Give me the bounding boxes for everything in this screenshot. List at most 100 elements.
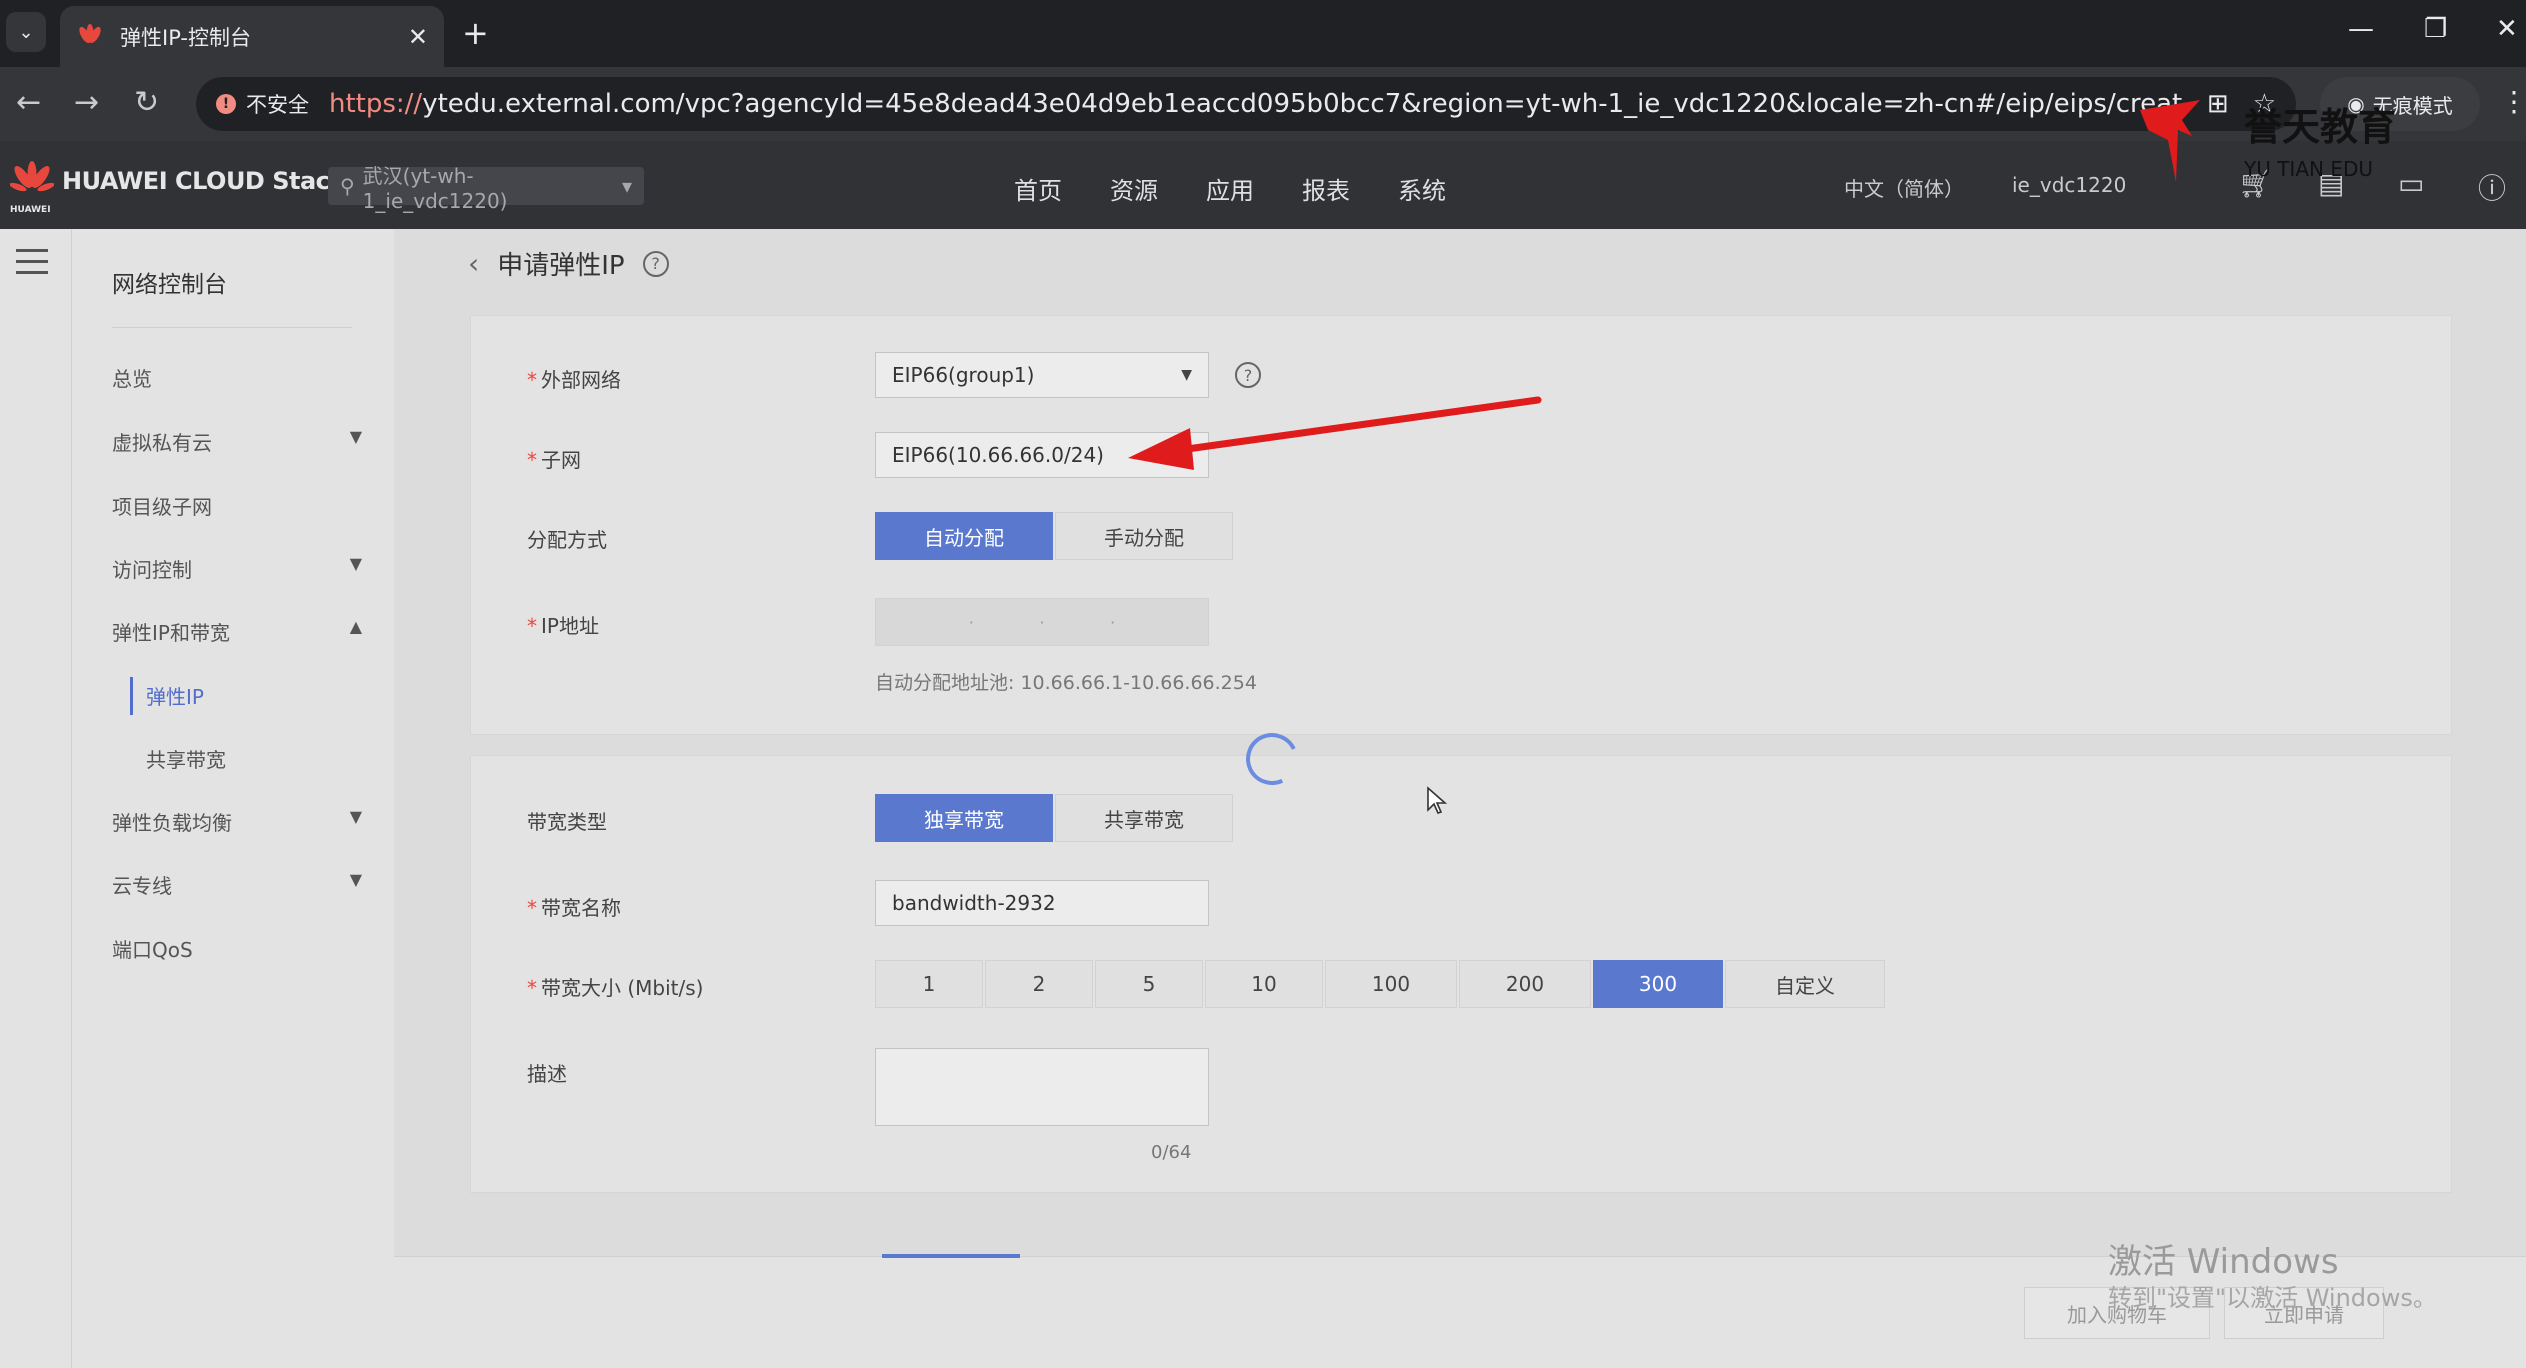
back-chevron-icon[interactable]: ‹ <box>468 247 479 280</box>
shared-bandwidth-button[interactable]: 共享带宽 <box>1055 794 1233 842</box>
restore-icon[interactable]: ❐ <box>2424 14 2447 44</box>
auto-allocate-button[interactable]: 自动分配 <box>875 512 1053 560</box>
sidebar-item-access-control[interactable]: 访问控制 ▼ <box>112 554 372 583</box>
nav-reports[interactable]: 报表 <box>1302 171 1350 206</box>
address-bar[interactable]: ! 不安全 https://ytedu.external.com/vpc?age… <box>196 77 2296 131</box>
help-icon[interactable]: ⓘ <box>2478 167 2506 207</box>
ip-separator: · <box>968 612 974 632</box>
bandwidth-type-toggle: 独享带宽 共享带宽 <box>875 794 1235 842</box>
tab-title: 弹性IP-控制台 <box>120 25 251 50</box>
huawei-logo[interactable]: HUAWEI CLOUD Stack HUAWEI <box>10 159 345 215</box>
nav-home[interactable]: 首页 <box>1014 171 1062 206</box>
tab-search-chevron-icon[interactable]: ⌄ <box>6 12 46 52</box>
sidebar-subitem-shared-bandwidth[interactable]: 共享带宽 <box>146 744 226 773</box>
reload-icon[interactable]: ↻ <box>134 85 159 120</box>
description-counter: 0/64 <box>1151 1142 1192 1163</box>
sidebar-item-label: 访问控制 <box>112 558 192 582</box>
back-icon[interactable]: ← <box>16 85 41 120</box>
user-menu[interactable]: ie_vdc1220 <box>2012 173 2126 197</box>
browser-tab[interactable]: 弹性IP-控制台 ✕ <box>60 6 444 67</box>
browser-menu-icon[interactable]: ⋮ <box>2500 85 2526 118</box>
ip-address-label-text: IP地址 <box>541 614 599 638</box>
brand-name: HUAWEI CLOUD Stack <box>62 167 345 195</box>
tab-close-icon[interactable]: ✕ <box>408 23 428 51</box>
windows-activation-hint: 转到"设置"以激活 Windows。 <box>2108 1284 2437 1312</box>
sidebar-item-vpc[interactable]: 虚拟私有云 ▼ <box>112 427 372 456</box>
description-label: 描述 <box>527 1062 567 1086</box>
ip-address-label: * IP地址 <box>527 610 599 639</box>
sidebar-item-overview[interactable]: 总览 <box>112 363 372 392</box>
bandwidth-option-1[interactable]: 1 <box>875 960 983 1008</box>
new-tab-icon[interactable]: + <box>462 14 489 52</box>
sidebar-item-port-qos[interactable]: 端口QoS <box>112 934 372 963</box>
bandwidth-size-label: * 带宽大小 (Mbit/s) <box>527 972 703 1001</box>
bandwidth-name-input[interactable]: bandwidth-2932 <box>875 880 1209 926</box>
chevron-down-icon: ▼ <box>1181 367 1192 383</box>
network-panel: * 外部网络 EIP66(group1) ▼ ? * 子网 EIP66(10.66.… <box>470 315 2452 735</box>
sidebar-item-direct-connect[interactable]: 云专线 ▼ <box>112 870 372 899</box>
bandwidth-option-2[interactable]: 2 <box>985 960 1093 1008</box>
windows-activation-title: 激活 Windows <box>2108 1242 2339 1282</box>
huawei-favicon-icon <box>79 23 101 43</box>
security-indicator[interactable]: ! 不安全 <box>216 89 309 119</box>
description-textarea[interactable] <box>875 1048 1209 1126</box>
sidebar-item-elb[interactable]: 弹性负载均衡 ▼ <box>112 807 372 836</box>
bandwidth-option-5[interactable]: 5 <box>1095 960 1203 1008</box>
bandwidth-option-100[interactable]: 100 <box>1325 960 1457 1008</box>
bandwidth-option-300[interactable]: 300 <box>1593 960 1723 1008</box>
chevron-down-icon: ▼ <box>349 870 362 889</box>
sidebar-divider <box>112 327 352 328</box>
subnet-select[interactable]: EIP66(10.66.66.0/24) ▼ <box>875 432 1209 478</box>
required-marker: * <box>527 368 537 392</box>
forward-icon[interactable]: → <box>74 85 99 120</box>
manual-allocate-button[interactable]: 手动分配 <box>1055 512 1233 560</box>
chevron-down-icon: ▼ <box>349 427 362 446</box>
minimize-icon[interactable]: — <box>2348 14 2374 44</box>
nav-resources[interactable]: 资源 <box>1110 171 1158 206</box>
url-rest: ytedu.external.com/vpc?agencyId=45e8dead… <box>422 89 2183 119</box>
dedicated-bandwidth-button[interactable]: 独享带宽 <box>875 794 1053 842</box>
chevron-up-icon: ▲ <box>349 617 362 636</box>
sidebar-subitem-eip[interactable]: 弹性IP <box>146 681 204 710</box>
mouse-cursor-icon <box>1427 786 1448 814</box>
chevron-down-icon: ▼ <box>1181 447 1192 463</box>
main-content: ‹ 申请弹性IP ? * 外部网络 EIP66(group1) ▼ ? * 子网 E… <box>394 229 2526 1368</box>
ip-address-input: · · · <box>875 598 1209 646</box>
browser-tab-strip: ⌄ 弹性IP-控制台 ✕ + — ❐ ✕ <box>0 0 2526 67</box>
hamburger-menu-icon[interactable] <box>16 249 48 282</box>
bandwidth-option-custom[interactable]: 自定义 <box>1725 960 1885 1008</box>
external-network-label-text: 外部网络 <box>541 368 621 392</box>
insecure-icon: ! <box>216 94 236 114</box>
sidebar-title: 网络控制台 <box>112 272 227 298</box>
location-pin-icon: ⚲ <box>340 174 355 198</box>
url-scheme: https:// <box>329 89 423 119</box>
external-network-label: * 外部网络 <box>527 364 621 393</box>
external-network-select[interactable]: EIP66(group1) ▼ <box>875 352 1209 398</box>
url-text[interactable]: https://ytedu.external.com/vpc?agencyId=… <box>329 89 2183 119</box>
nav-system[interactable]: 系统 <box>1398 171 1446 206</box>
sidebar-item-eip-bandwidth[interactable]: 弹性IP和带宽 ▲ <box>112 617 372 646</box>
bandwidth-option-10[interactable]: 10 <box>1205 960 1323 1008</box>
bandwidth-name-value: bandwidth-2932 <box>892 891 1056 915</box>
sidebar-item-label: 项目级子网 <box>112 495 212 519</box>
window-close-icon[interactable]: ✕ <box>2496 14 2518 44</box>
bandwidth-size-label-text: 带宽大小 (Mbit/s) <box>541 976 704 1000</box>
bandwidth-name-label: * 带宽名称 <box>527 892 621 921</box>
language-selector[interactable]: 中文（简体） <box>1844 173 1964 202</box>
sidebar-item-project-subnet[interactable]: 项目级子网 <box>112 491 372 520</box>
subnet-label-text: 子网 <box>541 448 581 472</box>
huawei-flower-icon <box>10 161 54 192</box>
help-icon[interactable]: ? <box>642 250 669 277</box>
watermark-cn: 誉天教育 <box>2244 105 2396 149</box>
sidebar-item-label: 端口QoS <box>112 938 193 962</box>
external-network-value: EIP66(group1) <box>892 363 1035 387</box>
bandwidth-option-200[interactable]: 200 <box>1459 960 1591 1008</box>
help-icon[interactable]: ? <box>1235 362 1261 388</box>
ip-separator: · <box>1110 612 1116 632</box>
allocation-label: 分配方式 <box>527 528 607 552</box>
region-selector[interactable]: ⚲ 武汉(yt-wh-1_ie_vdc1220) ▾ <box>328 164 644 213</box>
side-rail <box>0 229 72 1368</box>
nav-apps[interactable]: 应用 <box>1206 171 1254 206</box>
ip-pool-hint: 自动分配地址池: 10.66.66.1-10.66.66.254 <box>875 672 1257 694</box>
required-marker: * <box>527 614 537 638</box>
